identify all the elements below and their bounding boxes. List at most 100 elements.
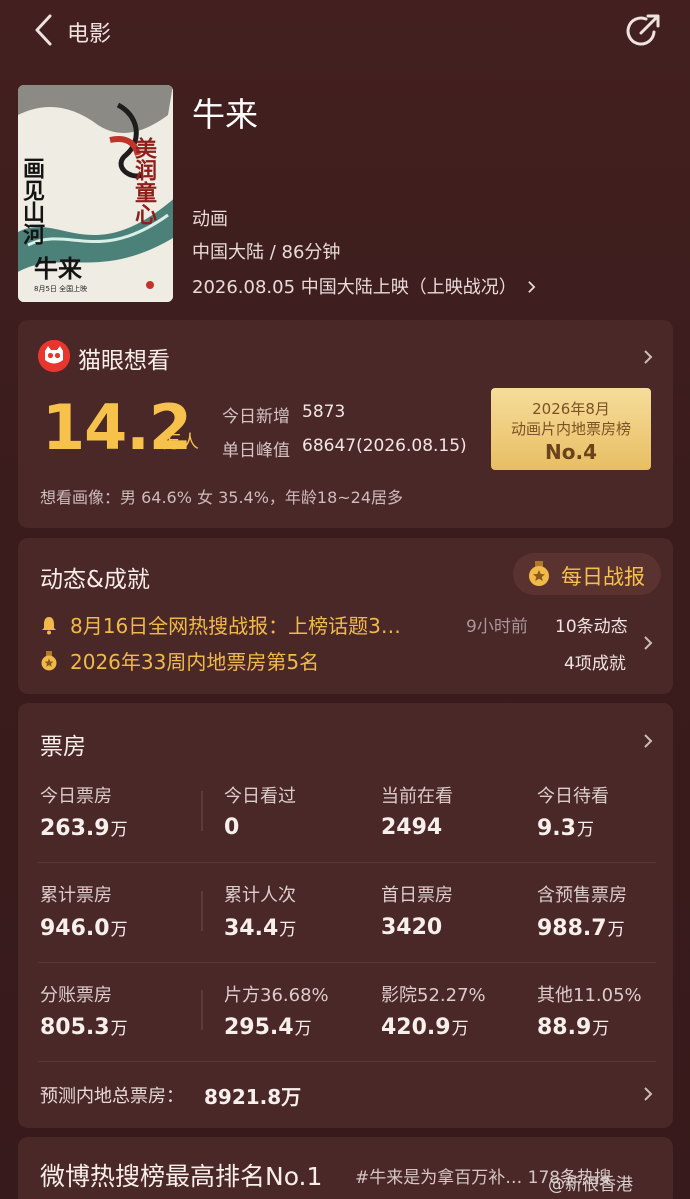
value-number: 34.4 [224, 916, 279, 941]
news-count: 10条动态 [555, 617, 628, 637]
news-item[interactable]: 8月16日全网热搜战报：上榜话题3… [70, 610, 401, 639]
cinema-share-value: 420.9万 [381, 1014, 469, 1040]
presale-value: 988.7万 [537, 915, 625, 941]
total-box-office-value: 946.0万 [40, 915, 128, 941]
value-number: 0 [224, 815, 240, 840]
split-box-office-value: 805.3万 [40, 1014, 128, 1040]
row-divider [38, 1061, 656, 1062]
chevron-right-icon [644, 1087, 653, 1101]
medal-icon [527, 561, 551, 587]
first-day-value: 3420 [381, 915, 443, 940]
poster-image: 画见山河 美润童心 牛来 8月5日 全国上映 [18, 85, 173, 302]
weibo-hot-title: 微博热搜榜最高排名No.1 [40, 1162, 323, 1191]
value-number: 420.9 [381, 1015, 451, 1040]
daily-report-button[interactable]: 每日战报 [513, 553, 661, 595]
presale-label: 含预售票房 [537, 885, 627, 906]
top-bar: 电影 [0, 0, 690, 64]
value-number: 88.9 [537, 1015, 592, 1040]
box-office-title: 票房 [40, 734, 86, 760]
want-to-see-chevron[interactable] [642, 348, 654, 366]
chevron-right-icon [644, 734, 653, 748]
dynamics-card[interactable]: 动态&成就 每日战报 8月16日全网热搜战报：上榜话题3… 9小时前 10条动态… [18, 538, 673, 694]
value-unit: 万 [110, 820, 128, 840]
total-admissions-value: 34.4万 [224, 915, 296, 941]
box-office-chevron[interactable] [642, 732, 654, 750]
today-watched-label: 今日看过 [224, 786, 296, 807]
rank-month: 2026年8月 [532, 400, 610, 418]
chevron-right-icon [644, 350, 653, 364]
maoyan-logo-icon [38, 340, 70, 372]
divider [201, 791, 203, 831]
news-time: 9小时前 [466, 617, 528, 637]
now-watching-label: 当前在看 [381, 786, 453, 807]
first-day-label: 首日票房 [381, 885, 453, 906]
dynamics-chevron[interactable] [642, 634, 654, 652]
forecast-label: 预测内地总票房： [40, 1086, 184, 1107]
divider [201, 990, 203, 1030]
chevron-right-icon [644, 636, 653, 650]
value-number: 3420 [381, 915, 443, 940]
release-info-link[interactable]: 2026.08.05 中国大陆上映（上映战况） [192, 273, 536, 299]
total-admissions-label: 累计人次 [224, 885, 296, 906]
bell-icon [40, 615, 58, 635]
movie-poster[interactable]: 画见山河 美润童心 牛来 8月5日 全国上映 [18, 85, 173, 302]
value-number: 2494 [381, 815, 443, 840]
forecast-value: 8921.8万 [204, 1085, 302, 1109]
value-unit: 万 [110, 1019, 128, 1039]
today-pending-value: 9.3万 [537, 815, 594, 841]
value-unit: 万 [279, 920, 297, 940]
audience-portrait: 想看画像：男 64.6% 女 35.4%，年龄18~24居多 [40, 488, 404, 507]
value-unit: 万 [576, 820, 594, 840]
back-button[interactable] [30, 12, 62, 48]
forecast-chevron[interactable] [642, 1085, 654, 1103]
value-number: 946.0 [40, 916, 110, 941]
row-divider [38, 862, 656, 863]
box-office-card[interactable]: 票房 今日票房 263.9万 今日看过 0 当前在看 2494 今日待看 9.3… [18, 703, 673, 1128]
chevron-right-icon [527, 281, 535, 293]
cinema-share-label: 影院52.27% [381, 985, 486, 1006]
movie-title: 牛来 [192, 95, 258, 134]
other-share-value: 88.9万 [537, 1014, 609, 1040]
movie-genre: 动画 [192, 209, 228, 230]
want-to-see-card[interactable]: 猫眼想看 14.2 万人 今日新增 5873 单日峰值 68647(2026.0… [18, 320, 673, 528]
value-unit: 万 [451, 1019, 469, 1039]
dynamics-title: 动态&成就 [40, 567, 150, 593]
today-watched-value: 0 [224, 815, 240, 840]
poster-slogan-left: 画见山河 [19, 157, 45, 246]
producer-share-label: 片方36.68% [224, 985, 329, 1006]
value-unit: 万 [294, 1019, 312, 1039]
watermark: @新很香港 [548, 1175, 633, 1195]
value-number: 9.3 [537, 816, 576, 841]
rank-badge[interactable]: 2026年8月 动画片内地票房榜 No.4 [491, 388, 651, 470]
today-new-label: 今日新增 [222, 407, 290, 427]
value-number: 295.4 [224, 1015, 294, 1040]
movie-region-duration: 中国大陆 / 86分钟 [192, 242, 341, 263]
release-text: 2026.08.05 中国大陆上映（上映战况） [192, 277, 517, 298]
row-divider [38, 962, 656, 963]
value-number: 805.3 [40, 1015, 110, 1040]
value-number: 263.9 [40, 816, 110, 841]
achievement-item[interactable]: 2026年33周内地票房第5名 [70, 646, 319, 675]
achievement-count: 4项成就 [564, 654, 626, 674]
share-icon [626, 14, 660, 46]
nav-title: 电影 [67, 22, 112, 47]
value-unit: 万 [607, 920, 625, 940]
peak-label: 单日峰值 [222, 441, 290, 461]
share-button[interactable] [624, 12, 662, 50]
rank-list-name: 动画片内地票房榜 [510, 420, 631, 438]
poster-slogan-right: 美润童心 [131, 136, 157, 225]
today-pending-label: 今日待看 [537, 786, 609, 807]
today-box-office-value: 263.9万 [40, 815, 128, 841]
today-new-value: 5873 [302, 402, 346, 422]
now-watching-value: 2494 [381, 815, 443, 840]
poster-date: 8月5日 全国上映 [34, 284, 87, 293]
value-unit: 万 [592, 1019, 610, 1039]
producer-share-value: 295.4万 [224, 1014, 312, 1040]
divider [201, 891, 203, 931]
poster-title: 牛来 [34, 254, 83, 283]
want-to-see-title: 猫眼想看 [78, 348, 170, 374]
medal-small-icon [40, 651, 58, 671]
other-share-label: 其他11.05% [537, 985, 642, 1006]
peak-value: 68647(2026.08.15) [302, 436, 467, 456]
daily-report-label: 每日战报 [561, 565, 645, 589]
